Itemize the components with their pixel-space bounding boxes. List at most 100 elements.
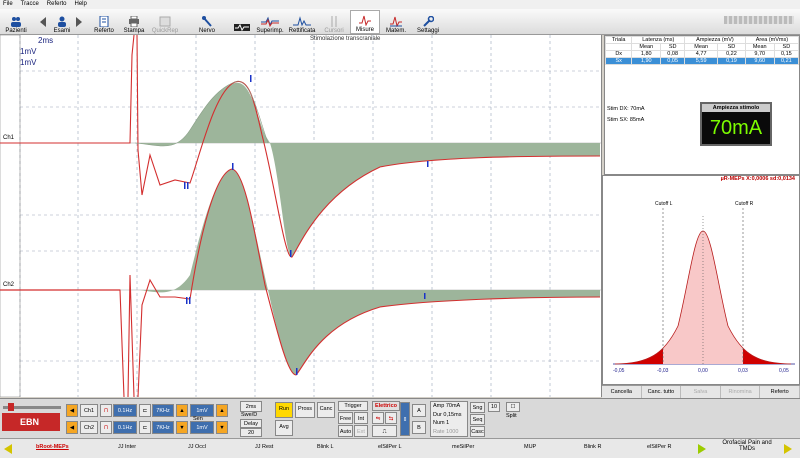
dur-value[interactable]: 0,15ms xyxy=(443,412,461,418)
gain-slider-handle[interactable] xyxy=(8,403,14,411)
toolbar-pazienti-button[interactable]: Pazienti xyxy=(3,10,29,34)
ch1-sens-up-icon[interactable]: ▲ xyxy=(176,404,188,417)
sens-up-icon[interactable]: ▲ xyxy=(216,404,228,417)
toolbar: Pazienti Esami Referto Stampa QuickRep N… xyxy=(0,9,800,35)
stim-mode-icon[interactable]: ⇆ xyxy=(385,412,397,424)
rate-value[interactable]: 1000 xyxy=(446,429,458,435)
tab-mup[interactable]: MUP xyxy=(524,444,536,450)
ch2-fill-neg xyxy=(268,290,600,375)
amplitude-display-title: Ampiezza stimolo xyxy=(702,104,770,112)
ch1-lowcut-select[interactable]: 0.1Hz xyxy=(113,404,137,417)
split-checkbox[interactable]: ☐ xyxy=(506,402,520,412)
tab-blink-l[interactable]: Blink L xyxy=(317,444,334,450)
nerve-icon xyxy=(202,16,212,27)
lowcut-icon[interactable]: ⊓ xyxy=(100,421,112,434)
stim-stepper-icon[interactable]: ⇕ xyxy=(400,402,410,436)
single-button[interactable]: Sng xyxy=(470,402,485,413)
avg-button[interactable]: Avg xyxy=(275,420,293,436)
protocol-tabs: bRoot-MEPs JJ Inter JJ Occl JJ Rest Blin… xyxy=(0,438,800,458)
run-button[interactable]: Run xyxy=(275,402,293,418)
toolbar-misure-button[interactable]: Misure xyxy=(350,10,380,34)
table-row[interactable]: Dx 1,80 0,08 4,77 0,22 9,70 0,15 xyxy=(604,50,800,58)
trigger-int-button[interactable]: Int xyxy=(354,412,368,424)
ch2-toggle[interactable]: Ch2 xyxy=(80,421,98,434)
stim-channel-a[interactable]: A xyxy=(412,404,426,417)
trace-plot[interactable]: 2ms 1mV 1mV Stimolazione transcraniale C… xyxy=(0,35,602,397)
referto-button[interactable]: Referto xyxy=(760,386,800,398)
ch2-speaker-icon[interactable]: ◀ xyxy=(66,421,78,434)
menu-tracce[interactable]: Tracce xyxy=(21,0,39,9)
toolbar-superimp-button[interactable]: Superimp. xyxy=(256,10,284,34)
tabs-last-arrow-icon[interactable] xyxy=(784,444,792,454)
stim-channel-b[interactable]: B xyxy=(412,421,426,434)
exam-next-arrow-icon[interactable] xyxy=(76,17,82,27)
highcut-icon[interactable]: ⊏ xyxy=(139,421,151,434)
table-row[interactable]: Sx 1,90 0,05 5,59 0,19 9,60 0,21 xyxy=(604,57,800,65)
ch2-highcut-select[interactable]: 7KHz xyxy=(152,421,174,434)
amplitude-display-value: 70mA xyxy=(702,112,770,144)
amp-label: Amp xyxy=(433,403,445,409)
tab-mesilper[interactable]: meSilPer xyxy=(452,444,474,450)
ch2-sens-select[interactable]: 1mV xyxy=(190,421,214,434)
cascade-button[interactable]: Casc xyxy=(470,426,485,437)
cancella-button[interactable]: Cancella xyxy=(602,386,642,398)
trigger-free-button[interactable]: Free xyxy=(338,412,353,424)
toolbar-referto-button[interactable]: Referto xyxy=(92,10,116,34)
tab-jj-inter[interactable]: JJ Inter xyxy=(118,444,136,450)
highcut-icon[interactable]: ⊏ xyxy=(139,404,151,417)
sweep-value[interactable]: 2ms xyxy=(240,401,262,412)
toolbar-quickrep-button[interactable]: QuickRep xyxy=(151,10,179,34)
trigger-label: Trigger xyxy=(338,401,368,411)
cancel-button[interactable]: Canc xyxy=(317,402,335,418)
tabs-next-arrow-icon[interactable] xyxy=(698,444,706,454)
lowcut-icon[interactable]: ⊓ xyxy=(100,404,112,417)
trigger-ext-button[interactable]: Ext xyxy=(354,425,368,437)
wave-icon xyxy=(234,23,250,32)
process-button[interactable]: Pross xyxy=(295,402,315,418)
rinomina-button[interactable]: Rinomina xyxy=(721,386,761,398)
menu-file[interactable]: File xyxy=(3,0,13,9)
stim-pulse-icon[interactable]: ⎍ xyxy=(372,425,397,437)
tab-elsilper-l[interactable]: elSilPer L xyxy=(378,444,402,450)
menu-referto[interactable]: Referto xyxy=(47,0,67,9)
delay-value[interactable]: 20 xyxy=(240,428,262,437)
amp-value[interactable]: 70mA xyxy=(446,403,460,409)
amplitude-display: Ampiezza stimolo 70mA xyxy=(700,102,772,146)
tab-broot-meps[interactable]: bRoot-MEPs xyxy=(36,444,69,450)
toolbar-nervo-button[interactable]: Nervo xyxy=(195,10,219,34)
count-value[interactable]: 10 xyxy=(488,402,500,412)
ch1-highcut-select[interactable]: 7KHz xyxy=(152,404,174,417)
sequence-button[interactable]: Seq xyxy=(470,414,485,425)
exam-prev-arrow-icon[interactable] xyxy=(40,17,46,27)
tab-blink-r[interactable]: Blink R xyxy=(584,444,601,450)
stim-polarity-icon[interactable]: ⇋ xyxy=(372,412,384,424)
tab-jj-occl[interactable]: JJ Occl xyxy=(188,444,206,450)
toolbar-esami-button[interactable]: Esami xyxy=(50,10,74,34)
toolbar-settaggi-button[interactable]: Settaggi xyxy=(414,10,442,34)
canc-tutto-button[interactable]: Canc. tutto xyxy=(642,386,682,398)
menu-help[interactable]: Help xyxy=(74,0,86,9)
ch1-speaker-icon[interactable]: ◀ xyxy=(66,404,78,417)
ch2-lowcut-select[interactable]: 0.1Hz xyxy=(113,421,137,434)
tab-orofacial-pain[interactable]: Orofacial Pain and TMDs xyxy=(714,440,780,452)
toolbar-wave-button[interactable] xyxy=(233,10,251,34)
toolbar-matem-button[interactable]: Matem. xyxy=(382,10,410,34)
stim-params-panel: Amp 70mA Dur 0,15ms Num 1 Rate 1000 xyxy=(430,401,468,437)
cursors-icon xyxy=(331,16,337,27)
stim-type-select[interactable]: Elettrico xyxy=(372,401,400,411)
tab-jj-rest[interactable]: JJ Rest xyxy=(255,444,273,450)
trigger-auto-button[interactable]: Auto xyxy=(338,425,353,437)
ch1-toggle[interactable]: Ch1 xyxy=(80,404,98,417)
sens-down-icon[interactable]: ▼ xyxy=(216,421,228,434)
toolbar-stampa-button[interactable]: Stampa xyxy=(122,10,146,34)
toolbar-rettificata-button[interactable]: Rettificata xyxy=(286,10,318,34)
tabs-prev-arrow-icon[interactable] xyxy=(4,444,12,454)
rate-label: Rate xyxy=(433,428,445,435)
num-value[interactable]: 1 xyxy=(446,420,449,426)
tick-label: -0,03 xyxy=(657,368,669,374)
toolbar-cursori-button[interactable]: Cursori xyxy=(322,10,346,34)
salva-button[interactable]: Salva xyxy=(681,386,721,398)
num-label: Num xyxy=(433,420,445,426)
ch2-sens-down-icon[interactable]: ▼ xyxy=(176,421,188,434)
tab-elsilper-r[interactable]: elSilPer R xyxy=(647,444,671,450)
